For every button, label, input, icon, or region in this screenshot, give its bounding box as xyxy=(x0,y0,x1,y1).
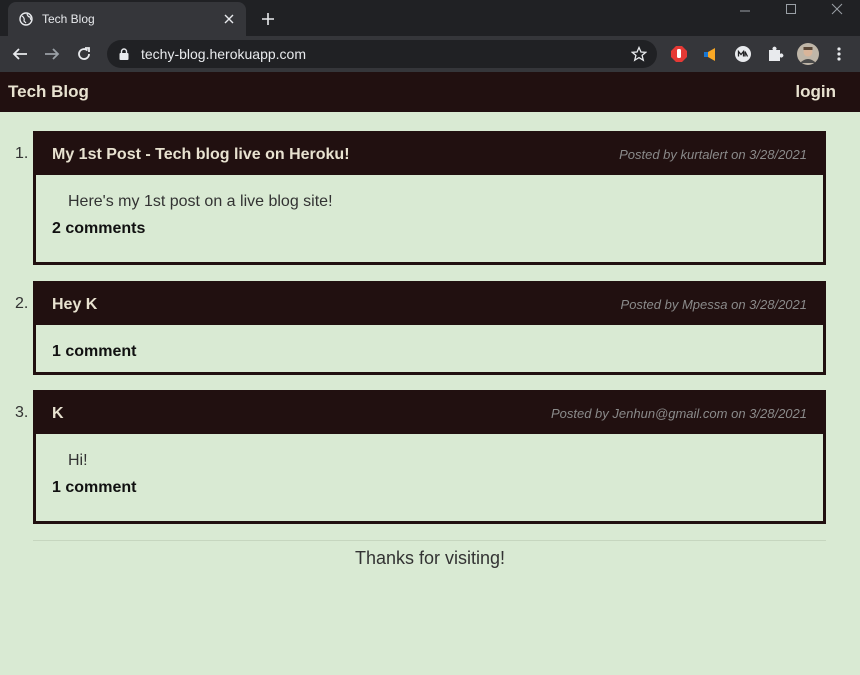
post-header: Hey K Posted by Mpessa on 3/28/2021 xyxy=(36,284,823,325)
site-header: Tech Blog login xyxy=(0,72,860,112)
post-card[interactable]: Hey K Posted by Mpessa on 3/28/2021 1 co… xyxy=(33,281,826,375)
comments-link[interactable]: 2 comments xyxy=(36,220,823,238)
back-arrow-icon[interactable] xyxy=(8,42,32,66)
window-close-icon[interactable] xyxy=(814,0,860,18)
post-title[interactable]: My 1st Post - Tech blog live on Heroku! xyxy=(52,146,350,164)
post-meta: Posted by kurtalert on 3/28/2021 xyxy=(619,147,807,162)
globe-icon xyxy=(18,11,34,27)
tab-title: Tech Blog xyxy=(42,12,95,26)
url-text[interactable]: techy-blog.herokuapp.com xyxy=(141,46,629,62)
post-title[interactable]: K xyxy=(52,405,64,423)
post-meta: Posted by Mpessa on 3/28/2021 xyxy=(620,297,807,312)
new-tab-icon[interactable] xyxy=(257,8,279,30)
site-title[interactable]: Tech Blog xyxy=(8,82,89,102)
minimize-icon[interactable] xyxy=(722,0,768,18)
bookmark-star-icon[interactable] xyxy=(629,44,649,64)
metamask-extension-icon[interactable] xyxy=(733,44,753,64)
post-meta: Posted by Jenhun@gmail.com on 3/28/2021 xyxy=(550,406,807,421)
browser-toolbar: techy-blog.herokuapp.com xyxy=(0,36,860,72)
maximize-icon[interactable] xyxy=(768,0,814,18)
puzzle-extensions-icon[interactable] xyxy=(765,44,785,64)
footer-divider xyxy=(33,540,826,541)
comments-link[interactable]: 1 comment xyxy=(36,325,823,361)
post-header: K Posted by Jenhun@gmail.com on 3/28/202… xyxy=(36,393,823,434)
post-card[interactable]: K Posted by Jenhun@gmail.com on 3/28/202… xyxy=(33,390,826,524)
browser-tabstrip: Tech Blog xyxy=(0,0,860,36)
footer-text: Thanks for visiting! xyxy=(354,548,506,568)
menu-kebab-icon[interactable] xyxy=(829,44,849,64)
post-number: 1. xyxy=(15,145,29,162)
post-body: Hi! xyxy=(68,452,88,469)
post-number: 3. xyxy=(15,404,29,421)
address-bar[interactable]: techy-blog.herokuapp.com xyxy=(107,40,657,68)
post-number: 2. xyxy=(15,295,29,312)
adblock-extension-icon[interactable] xyxy=(669,44,689,64)
comments-link[interactable]: 1 comment xyxy=(36,479,823,497)
post-header: My 1st Post - Tech blog live on Heroku! … xyxy=(36,134,823,175)
post-body: Here's my 1st post on a live blog site! xyxy=(68,193,333,210)
browser-tab[interactable]: Tech Blog xyxy=(8,2,246,36)
login-link[interactable]: login xyxy=(795,82,836,102)
post-title[interactable]: Hey K xyxy=(52,296,97,314)
lock-icon xyxy=(119,47,131,61)
post-card[interactable]: My 1st Post - Tech blog live on Heroku! … xyxy=(33,131,826,265)
forward-arrow-icon[interactable] xyxy=(40,42,64,66)
close-tab-icon[interactable] xyxy=(220,10,238,28)
megaphone-extension-icon[interactable] xyxy=(701,44,721,64)
avatar[interactable] xyxy=(797,43,819,65)
reload-icon[interactable] xyxy=(72,42,96,66)
